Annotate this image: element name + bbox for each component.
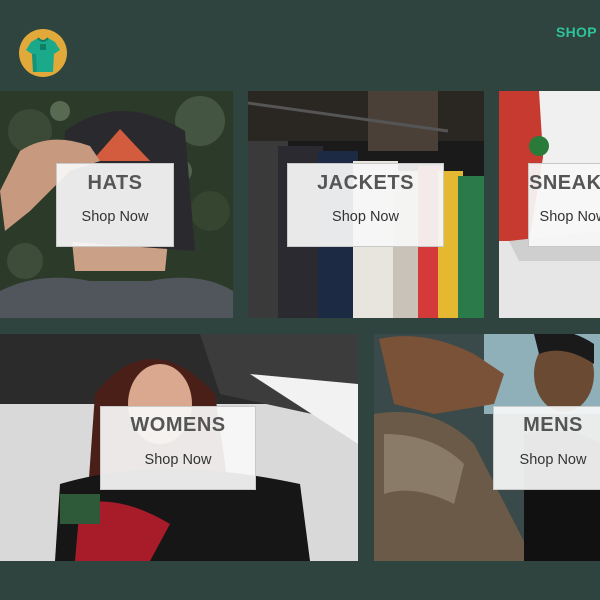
shop-now-link[interactable]: Shop Now xyxy=(101,452,255,468)
category-card[interactable]: MENS Shop Now xyxy=(493,406,600,490)
category-title: SNEAKERS xyxy=(529,172,600,194)
nav-shop-link[interactable]: SHOP xyxy=(556,24,597,40)
directory-item-jackets[interactable]: JACKETS Shop Now xyxy=(248,91,484,318)
shop-now-link[interactable]: Shop Now xyxy=(494,452,600,468)
header: SHOP xyxy=(0,0,600,90)
category-card[interactable]: SNEAKERS Shop Now xyxy=(528,163,600,247)
shop-now-link[interactable]: Shop Now xyxy=(57,209,173,225)
shop-now-link[interactable]: Shop Now xyxy=(529,209,600,225)
category-card[interactable]: WOMENS Shop Now xyxy=(100,406,256,490)
directory-item-mens[interactable]: MENS Shop Now xyxy=(374,334,600,561)
directory-item-womens[interactable]: WOMENS Shop Now xyxy=(0,334,358,561)
category-title: MENS xyxy=(523,414,583,436)
category-title: HATS xyxy=(87,172,143,194)
directory-item-hats[interactable]: HATS Shop Now xyxy=(0,91,233,318)
tshirt-icon[interactable] xyxy=(18,28,68,78)
category-card[interactable]: HATS Shop Now xyxy=(56,163,174,247)
category-title: JACKETS xyxy=(317,172,414,194)
directory-item-sneakers[interactable]: SNEAKERS Shop Now xyxy=(499,91,600,318)
page: SHOP HATS Shop Now JACKETS Shop Now SNEA… xyxy=(0,0,600,600)
category-title: WOMENS xyxy=(130,414,226,436)
category-card[interactable]: JACKETS Shop Now xyxy=(287,163,444,247)
shop-now-link[interactable]: Shop Now xyxy=(288,209,443,225)
